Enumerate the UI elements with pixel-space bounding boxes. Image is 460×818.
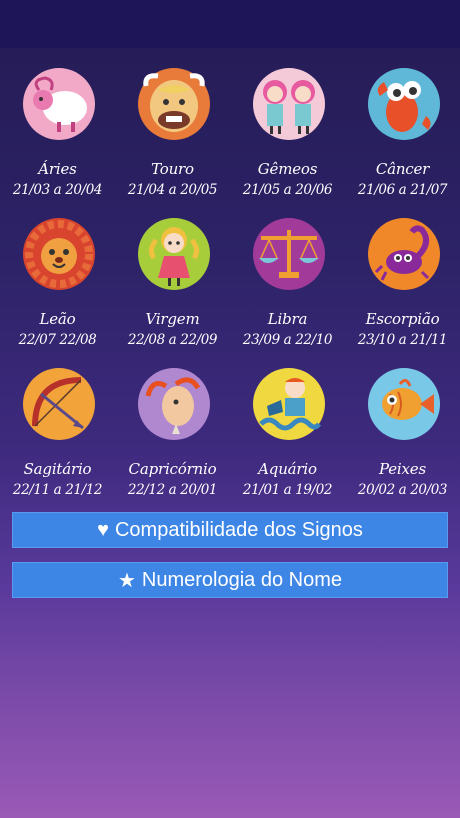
sign-dates: 23/10 a 21/11 [357, 332, 448, 348]
sign-pisces[interactable]: Peixes 20/02 a 20/03 [345, 366, 460, 506]
compatibility-button[interactable]: ♥ Compatibilidade dos Signos [12, 512, 448, 548]
sign-dates: 21/04 a 20/05 [127, 182, 218, 198]
sign-libra[interactable]: Libra 23/09 a 22/10 [230, 216, 345, 356]
scorpio-scorpion-icon [366, 216, 442, 292]
sign-dates: 22/07 22/08 [18, 332, 97, 348]
sign-name: Touro [151, 160, 194, 178]
status-bar [0, 0, 460, 48]
leo-lion-icon [21, 216, 97, 292]
sign-dates: 22/08 a 22/09 [127, 332, 218, 348]
sign-cancer[interactable]: Câncer 21/06 a 21/07 [345, 66, 460, 206]
gemini-twins-icon [251, 66, 327, 142]
sign-virgo[interactable]: Virgem 22/08 a 22/09 [115, 216, 230, 356]
sign-name: Peixes [379, 460, 426, 478]
cancer-crab-icon [366, 66, 442, 142]
compatibility-label: Compatibilidade dos Signos [114, 518, 363, 541]
sign-dates: 22/12 a 20/01 [127, 482, 218, 498]
sign-name: Capricórnio [128, 460, 217, 478]
pisces-fish-icon [366, 366, 442, 442]
sign-name: Aquário [258, 460, 317, 478]
aquarius-water-icon [251, 366, 327, 442]
sign-dates: 21/01 a 19/02 [242, 482, 333, 498]
sign-name: Virgem [145, 310, 200, 328]
taurus-bull-icon [136, 66, 212, 142]
aries-ram-icon [21, 66, 97, 142]
sign-name: Libra [267, 310, 308, 328]
virgo-girl-icon [136, 216, 212, 292]
sign-name: Áries [38, 160, 77, 178]
sign-dates: 20/02 a 20/03 [357, 482, 448, 498]
sign-leo[interactable]: Leão 22/07 22/08 [0, 216, 115, 356]
sagittarius-bow-icon [21, 366, 97, 442]
heart-icon: ♥ [97, 518, 109, 541]
numerology-label: Numerologia do Nome [141, 568, 343, 591]
sign-taurus[interactable]: Touro 21/04 a 20/05 [115, 66, 230, 206]
sign-name: Gêmeos [257, 160, 318, 178]
sign-dates: 21/06 a 21/07 [357, 182, 448, 198]
sign-dates: 21/05 a 20/06 [242, 182, 333, 198]
sign-name: Escorpião [365, 310, 440, 328]
sign-dates: 22/11 a 21/12 [12, 482, 103, 498]
sign-capricorn[interactable]: Capricórnio 22/12 a 20/01 [115, 366, 230, 506]
sign-aquarius[interactable]: Aquário 21/01 a 19/02 [230, 366, 345, 506]
sign-gemini[interactable]: Gêmeos 21/05 a 20/06 [230, 66, 345, 206]
libra-scales-icon [251, 216, 327, 292]
sign-name: Sagitário [23, 460, 92, 478]
numerology-button[interactable]: ★ Numerologia do Nome [12, 562, 448, 598]
star-icon: ★ [117, 569, 136, 592]
sign-scorpio[interactable]: Escorpião 23/10 a 21/11 [345, 216, 460, 356]
sign-aries[interactable]: Áries 21/03 a 20/04 [0, 66, 115, 206]
sign-name: Câncer [375, 160, 430, 178]
capricorn-goat-icon [136, 366, 212, 442]
sign-dates: 23/09 a 22/10 [242, 332, 333, 348]
sign-name: Leão [39, 310, 76, 328]
sign-dates: 21/03 a 20/04 [12, 182, 103, 198]
sign-sagittarius[interactable]: Sagitário 22/11 a 21/12 [0, 366, 115, 506]
